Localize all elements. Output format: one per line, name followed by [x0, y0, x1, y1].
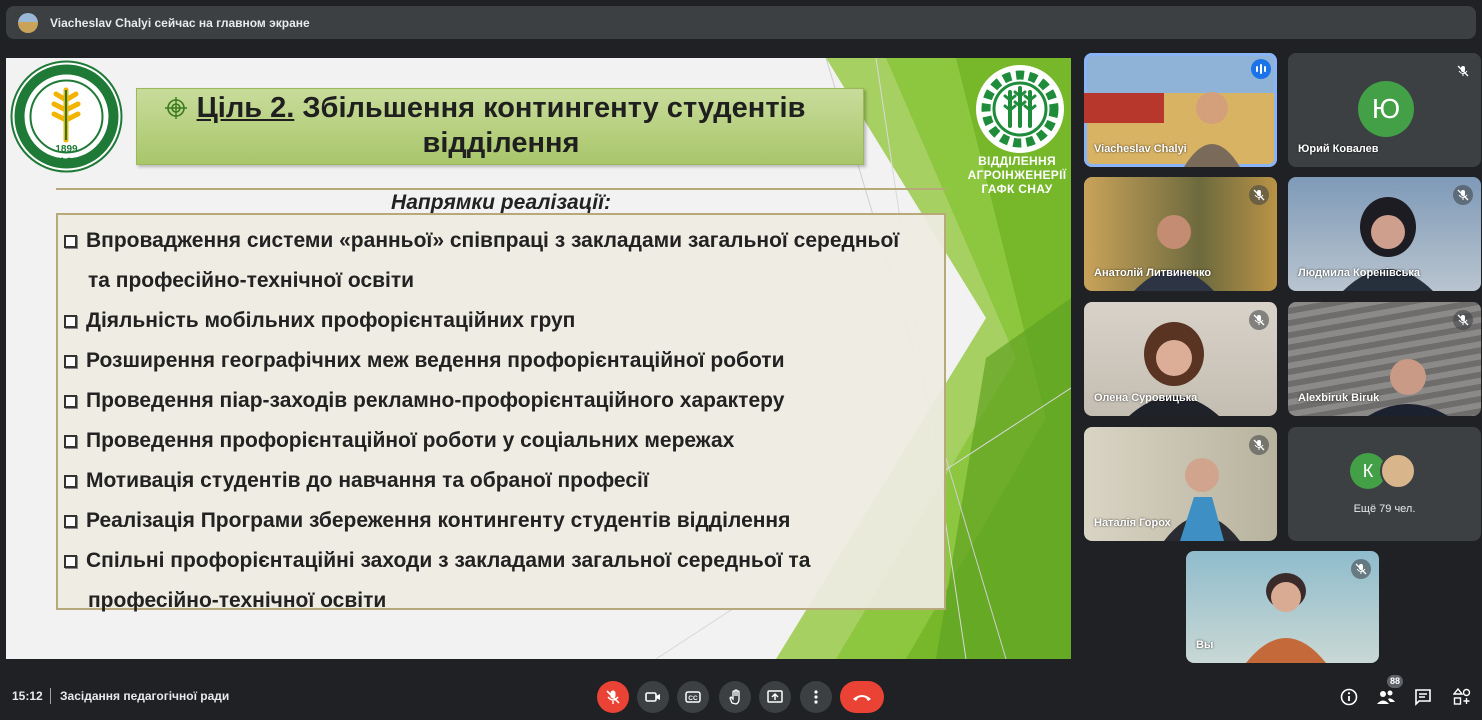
list-item: Проведення профорієнтаційної роботи у со…	[64, 421, 734, 461]
speaking-indicator-icon	[1251, 59, 1271, 79]
dept-line: АГРОІНЖЕНЕРІЇ	[967, 168, 1067, 182]
participant-name: Юрий Ковалев	[1298, 143, 1379, 155]
mic-off-icon	[1351, 559, 1371, 579]
more-avatar-photo	[1380, 453, 1416, 489]
logo-year: 1899	[55, 144, 78, 155]
mic-off-icon	[1249, 310, 1269, 330]
participant-tile[interactable]: Alexbiruk Biruk	[1288, 302, 1481, 416]
mic-off-icon	[1453, 310, 1473, 330]
participant-name: Наталія Горох	[1094, 517, 1171, 529]
present-screen-button[interactable]	[759, 681, 791, 713]
people-icon	[1377, 690, 1395, 704]
leave-call-button[interactable]	[840, 681, 884, 713]
more-options-button[interactable]	[800, 681, 832, 713]
clock: 15:12	[12, 689, 43, 703]
participant-tile[interactable]: Анатолій Литвиненко	[1084, 177, 1277, 291]
info-icon	[1340, 688, 1358, 706]
chat-button[interactable]	[1411, 685, 1435, 709]
camera-toggle-button[interactable]	[637, 681, 669, 713]
hand-icon	[729, 689, 740, 705]
participant-tile[interactable]: Наталія Горох	[1084, 427, 1277, 541]
participant-tile[interactable]: Ю Юрий Ковалев	[1288, 53, 1481, 167]
participants-button[interactable]	[1374, 685, 1398, 709]
mic-off-icon	[1453, 185, 1473, 205]
participant-tile[interactable]: Олена Суровицька	[1084, 302, 1277, 416]
checkbox-bullet-icon	[64, 555, 77, 568]
checkbox-bullet-icon	[64, 435, 77, 448]
list-item: Розширення географічних меж ведення проф…	[64, 341, 785, 381]
self-view-tile[interactable]: Вы	[1186, 551, 1379, 663]
hangup-icon	[853, 695, 871, 701]
dept-line: ВІДДІЛЕННЯ	[978, 154, 1056, 168]
meet-window: Viacheslav Chalyi сейчас на главном экра…	[0, 0, 1482, 720]
slide-title-box: Ціль 2. Збільшення контингенту студентів…	[136, 88, 864, 165]
dept-line: ГАФК СНАУ	[981, 182, 1053, 196]
directions-list: Впровадження системи «ранньої» співпраці…	[56, 213, 946, 612]
slide-title: Ціль 2. Збільшення контингенту студентів…	[137, 91, 865, 161]
list-item: Проведення піар-заходів рекламно-профорі…	[64, 381, 784, 421]
slide-subheader: Напрямки реалізації:	[56, 188, 946, 214]
participant-tile-presenter[interactable]: Viacheslav Chalyi	[1084, 53, 1277, 167]
participant-tile[interactable]: Людмила Коренівська	[1288, 177, 1481, 291]
activities-button[interactable]	[1450, 685, 1474, 709]
presenter-banner: Viacheslav Chalyi сейчас на главном экра…	[6, 6, 1476, 39]
participant-name: Viacheslav Chalyi	[1094, 143, 1187, 155]
presenter-banner-text: Viacheslav Chalyi сейчас на главном экра…	[50, 15, 310, 30]
checkbox-bullet-icon	[64, 235, 77, 248]
participant-name: Людмила Коренівська	[1298, 267, 1420, 279]
mic-toggle-button[interactable]	[597, 681, 629, 713]
raise-hand-button[interactable]	[719, 681, 751, 713]
list-item: Діяльність мобільних профорієнтаційних г…	[64, 301, 575, 341]
more-participants-label: Ещё 79 чел.	[1353, 503, 1416, 515]
present-icon	[767, 690, 783, 703]
shapes-icon	[1453, 688, 1471, 705]
mic-off-icon	[1453, 61, 1473, 81]
more-vert-icon	[814, 690, 818, 704]
checkbox-bullet-icon	[64, 395, 77, 408]
shared-screen: 1899 ГАФК ВІДДІЛЕННЯ АГРОІНЖЕНЕРІЇ ГАФК …	[6, 58, 1071, 659]
meeting-title: Засідання педагогічної ради	[60, 689, 230, 703]
title-line1: Збільшення контингенту студентів	[294, 92, 806, 124]
title-goal: Ціль 2.	[196, 92, 295, 124]
presenter-avatar	[18, 12, 38, 33]
participant-name: Олена Суровицька	[1094, 392, 1198, 404]
list-item: Реалізація Програми збереження континген…	[64, 501, 790, 541]
list-item: Спільні профорієнтаційні заходи з заклад…	[64, 541, 810, 581]
svg-text:CC: CC	[688, 695, 698, 702]
captions-icon: CC	[685, 691, 701, 703]
bottom-control-bar: 15:12 Засідання педагогічної ради CC	[0, 672, 1482, 720]
camera-icon	[645, 692, 660, 702]
list-item: Мотивація студентів до навчання та обран…	[64, 461, 649, 501]
divider	[50, 688, 51, 704]
logo-abbr: ГАФК	[55, 156, 79, 166]
list-item: Впровадження системи «ранньої» співпраці…	[64, 221, 899, 261]
meeting-details-button[interactable]	[1337, 685, 1361, 709]
list-item-continuation: та професійно-технічної освіти	[88, 269, 415, 292]
mic-off-icon	[606, 690, 620, 704]
mic-off-icon	[1249, 185, 1269, 205]
more-participants-tile[interactable]: К Ещё 79 чел.	[1288, 427, 1481, 541]
checkbox-bullet-icon	[64, 515, 77, 528]
participant-name: Alexbiruk Biruk	[1298, 392, 1380, 404]
participant-name: Анатолій Литвиненко	[1094, 267, 1212, 279]
college-logo: 1899 ГАФК	[10, 60, 123, 173]
checkbox-bullet-icon	[64, 355, 77, 368]
department-name: ВІДДІЛЕННЯ АГРОІНЖЕНЕРІЇ ГАФК СНАУ	[952, 154, 1071, 196]
mic-off-icon	[1249, 435, 1269, 455]
list-item-continuation: професійно-технічної освіти	[88, 589, 387, 612]
checkbox-bullet-icon	[64, 315, 77, 328]
department-logo	[976, 65, 1064, 153]
captions-button[interactable]: CC	[677, 681, 709, 713]
checkbox-bullet-icon	[64, 475, 77, 488]
participant-avatar: Ю	[1358, 81, 1414, 137]
title-line2: відділення	[422, 127, 580, 159]
participant-name: Вы	[1196, 639, 1214, 651]
participants-count-badge: 88	[1387, 675, 1403, 688]
chat-icon	[1415, 689, 1431, 706]
